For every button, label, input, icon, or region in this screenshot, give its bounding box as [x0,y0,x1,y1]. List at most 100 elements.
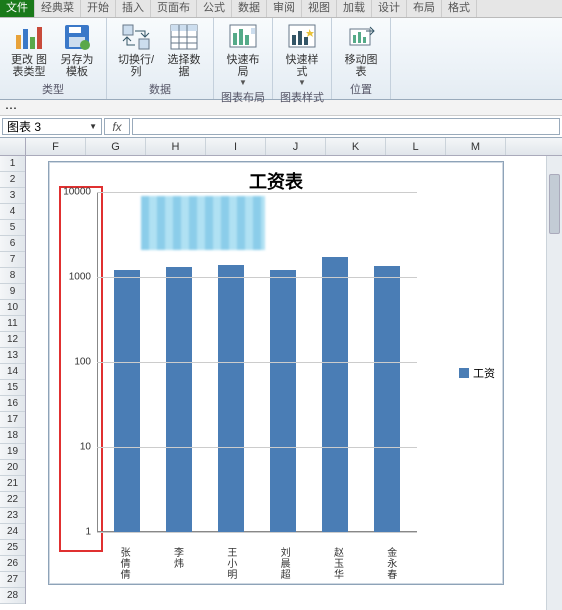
row-header[interactable]: 9 [0,284,25,300]
chart-title[interactable]: 工资表 [49,162,503,196]
row-header[interactable]: 13 [0,348,25,364]
gridline [97,447,417,448]
row-header[interactable]: 8 [0,268,25,284]
change-chart-type-button[interactable]: 更改 图表类型 [6,20,52,78]
row-header[interactable]: 21 [0,476,25,492]
ribbon-group-chart-layout: 快速布局 ▼ 图表布局 [214,18,273,99]
chart-bar[interactable] [114,270,140,532]
quick-layout-icon [227,22,259,52]
x-tick-label: 赵玉华 [329,547,344,580]
row-header[interactable]: 19 [0,444,25,460]
name-box[interactable]: 图表 3 ▼ [2,118,102,135]
tab-file[interactable]: 文件 [0,0,35,17]
quick-layout-label: 快速布局 [222,54,264,78]
column-header[interactable]: J [266,138,326,155]
x-tick-label: 金永春 [383,547,398,580]
x-tick-label: 刘晨超 [276,547,291,580]
chart-object[interactable]: 工资表 110100100010000 张倩倩李炜王小明刘晨超赵玉华金永春 工资 [48,161,504,585]
row-header[interactable]: 26 [0,556,25,572]
tab-classic[interactable]: 经典菜 [35,0,81,17]
tab-design[interactable]: 设计 [372,0,407,17]
vertical-scrollbar[interactable] [546,156,562,610]
row-header[interactable]: 28 [0,588,25,604]
y-tick-label: 1 [85,527,91,538]
select-all-corner[interactable] [0,138,26,155]
ribbon-group-data-label: 数据 [149,79,171,97]
chart-y-axis[interactable]: 110100100010000 [49,192,97,532]
select-data-button[interactable]: 选择数据 [161,20,207,78]
save-template-label: 另存为 模板 [56,54,98,78]
dropdown-icon: ▼ [298,78,306,87]
quick-styles-button[interactable]: 快速样式 ▼ [279,20,325,87]
tab-insert[interactable]: 插入 [116,0,151,17]
y-tick-label: 100 [74,357,91,368]
row-header[interactable]: 20 [0,460,25,476]
tab-format[interactable]: 格式 [442,0,477,17]
row-header[interactable]: 2 [0,172,25,188]
row-header[interactable]: 16 [0,396,25,412]
column-header[interactable]: H [146,138,206,155]
formula-input[interactable] [132,118,560,135]
tab-layout[interactable]: 布局 [407,0,442,17]
column-header[interactable]: M [446,138,506,155]
tab-addins[interactable]: 加载 [337,0,372,17]
tab-pagelayout[interactable]: 页面布 [151,0,197,17]
row-header[interactable]: 11 [0,316,25,332]
chart-legend[interactable]: 工资 [459,365,495,381]
chart-bar[interactable] [374,266,400,532]
ribbon-group-chart-styles-label: 图表样式 [280,87,324,105]
chart-bar[interactable] [166,267,192,532]
row-header[interactable]: 24 [0,524,25,540]
ribbon-group-chart-layout-label: 图表布局 [221,87,265,105]
tab-review[interactable]: 审阅 [267,0,302,17]
column-header[interactable]: G [86,138,146,155]
column-header[interactable]: I [206,138,266,155]
row-header[interactable]: 23 [0,508,25,524]
tab-home[interactable]: 开始 [81,0,116,17]
name-box-dropdown-icon[interactable]: ▼ [89,122,97,131]
column-header[interactable]: K [326,138,386,155]
column-header[interactable]: F [26,138,86,155]
switch-row-col-button[interactable]: 切换行/列 [113,20,159,78]
row-header[interactable]: 10 [0,300,25,316]
row-header[interactable]: 27 [0,572,25,588]
scrollbar-thumb[interactable] [549,174,560,234]
change-chart-type-label: 更改 图表类型 [8,54,50,78]
chart-bar[interactable] [218,265,244,532]
ribbon-group-location-label: 位置 [350,79,372,97]
row-header[interactable]: 6 [0,236,25,252]
row-header[interactable]: 22 [0,492,25,508]
qat-item-1[interactable]: ⋯ [4,102,18,114]
save-template-icon [61,22,93,52]
quick-layout-button[interactable]: 快速布局 ▼ [220,20,266,87]
row-header[interactable]: 7 [0,252,25,268]
gridline [97,277,417,278]
fx-button[interactable]: fx [104,118,130,135]
select-data-icon [168,22,200,52]
row-header[interactable]: 5 [0,220,25,236]
column-headers: FGHIJKLM [0,138,562,156]
row-header[interactable]: 12 [0,332,25,348]
chart-bar[interactable] [322,257,348,532]
tab-formulas[interactable]: 公式 [197,0,232,17]
row-header[interactable]: 17 [0,412,25,428]
chart-bar[interactable] [270,270,296,532]
ribbon-group-chart-styles: 快速样式 ▼ 图表样式 [273,18,332,99]
tab-data[interactable]: 数据 [232,0,267,17]
save-as-template-button[interactable]: 另存为 模板 [54,20,100,78]
row-header[interactable]: 25 [0,540,25,556]
tab-view[interactable]: 视图 [302,0,337,17]
switch-row-col-icon [120,22,152,52]
move-chart-label: 移动图表 [340,54,382,78]
cells-canvas[interactable]: 工资表 110100100010000 张倩倩李炜王小明刘晨超赵玉华金永春 工资 [26,156,562,610]
gridline [97,532,417,533]
formula-bar: 图表 3 ▼ fx [0,116,562,138]
row-header[interactable]: 3 [0,188,25,204]
column-header[interactable]: L [386,138,446,155]
row-header[interactable]: 1 [0,156,25,172]
row-header[interactable]: 18 [0,428,25,444]
row-header[interactable]: 15 [0,380,25,396]
row-header[interactable]: 4 [0,204,25,220]
move-chart-button[interactable]: 移动图表 [338,20,384,78]
row-header[interactable]: 14 [0,364,25,380]
